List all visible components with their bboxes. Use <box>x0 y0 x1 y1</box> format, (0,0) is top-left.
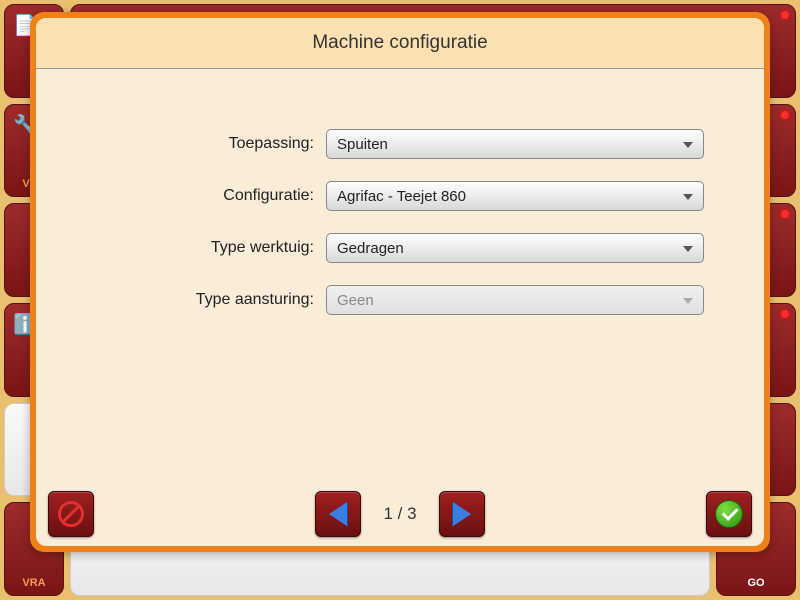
select-configuration-value: Agrifac - Teejet 860 <box>337 188 466 205</box>
field-control-type: Type aansturing: Geen <box>96 285 704 315</box>
next-button[interactable] <box>439 491 485 537</box>
label-control-type: Type aansturing: <box>96 291 326 309</box>
field-implement-type: Type werktuig: Gedragen <box>96 233 704 263</box>
modal-header: Machine configuratie <box>36 18 764 69</box>
select-implement-type[interactable]: Gedragen <box>326 233 704 263</box>
confirm-button[interactable] <box>706 491 752 537</box>
cancel-button[interactable] <box>48 491 94 537</box>
check-icon <box>715 500 743 528</box>
arrow-right-icon <box>453 502 471 526</box>
pager: 1 / 3 <box>315 491 485 537</box>
prev-button[interactable] <box>315 491 361 537</box>
modal-backdrop: Machine configuratie Toepassing: Spuiten… <box>0 0 800 600</box>
machine-config-modal: Machine configuratie Toepassing: Spuiten… <box>30 12 770 552</box>
select-application[interactable]: Spuiten <box>326 129 704 159</box>
cancel-icon <box>58 501 84 527</box>
select-control-type: Geen <box>326 285 704 315</box>
label-configuration: Configuratie: <box>96 187 326 205</box>
modal-body: Toepassing: Spuiten Configuratie: Agrifa… <box>36 69 764 482</box>
modal-footer: 1 / 3 <box>36 482 764 546</box>
modal-inner: Machine configuratie Toepassing: Spuiten… <box>36 18 764 546</box>
label-implement-type: Type werktuig: <box>96 239 326 257</box>
select-application-value: Spuiten <box>337 136 388 153</box>
field-application: Toepassing: Spuiten <box>96 129 704 159</box>
arrow-left-icon <box>329 502 347 526</box>
page-indicator: 1 / 3 <box>375 504 425 524</box>
field-configuration: Configuratie: Agrifac - Teejet 860 <box>96 181 704 211</box>
select-configuration[interactable]: Agrifac - Teejet 860 <box>326 181 704 211</box>
select-implement-type-value: Gedragen <box>337 240 404 257</box>
label-application: Toepassing: <box>96 135 326 153</box>
modal-title: Machine configuratie <box>50 32 750 54</box>
select-control-type-value: Geen <box>337 292 374 309</box>
